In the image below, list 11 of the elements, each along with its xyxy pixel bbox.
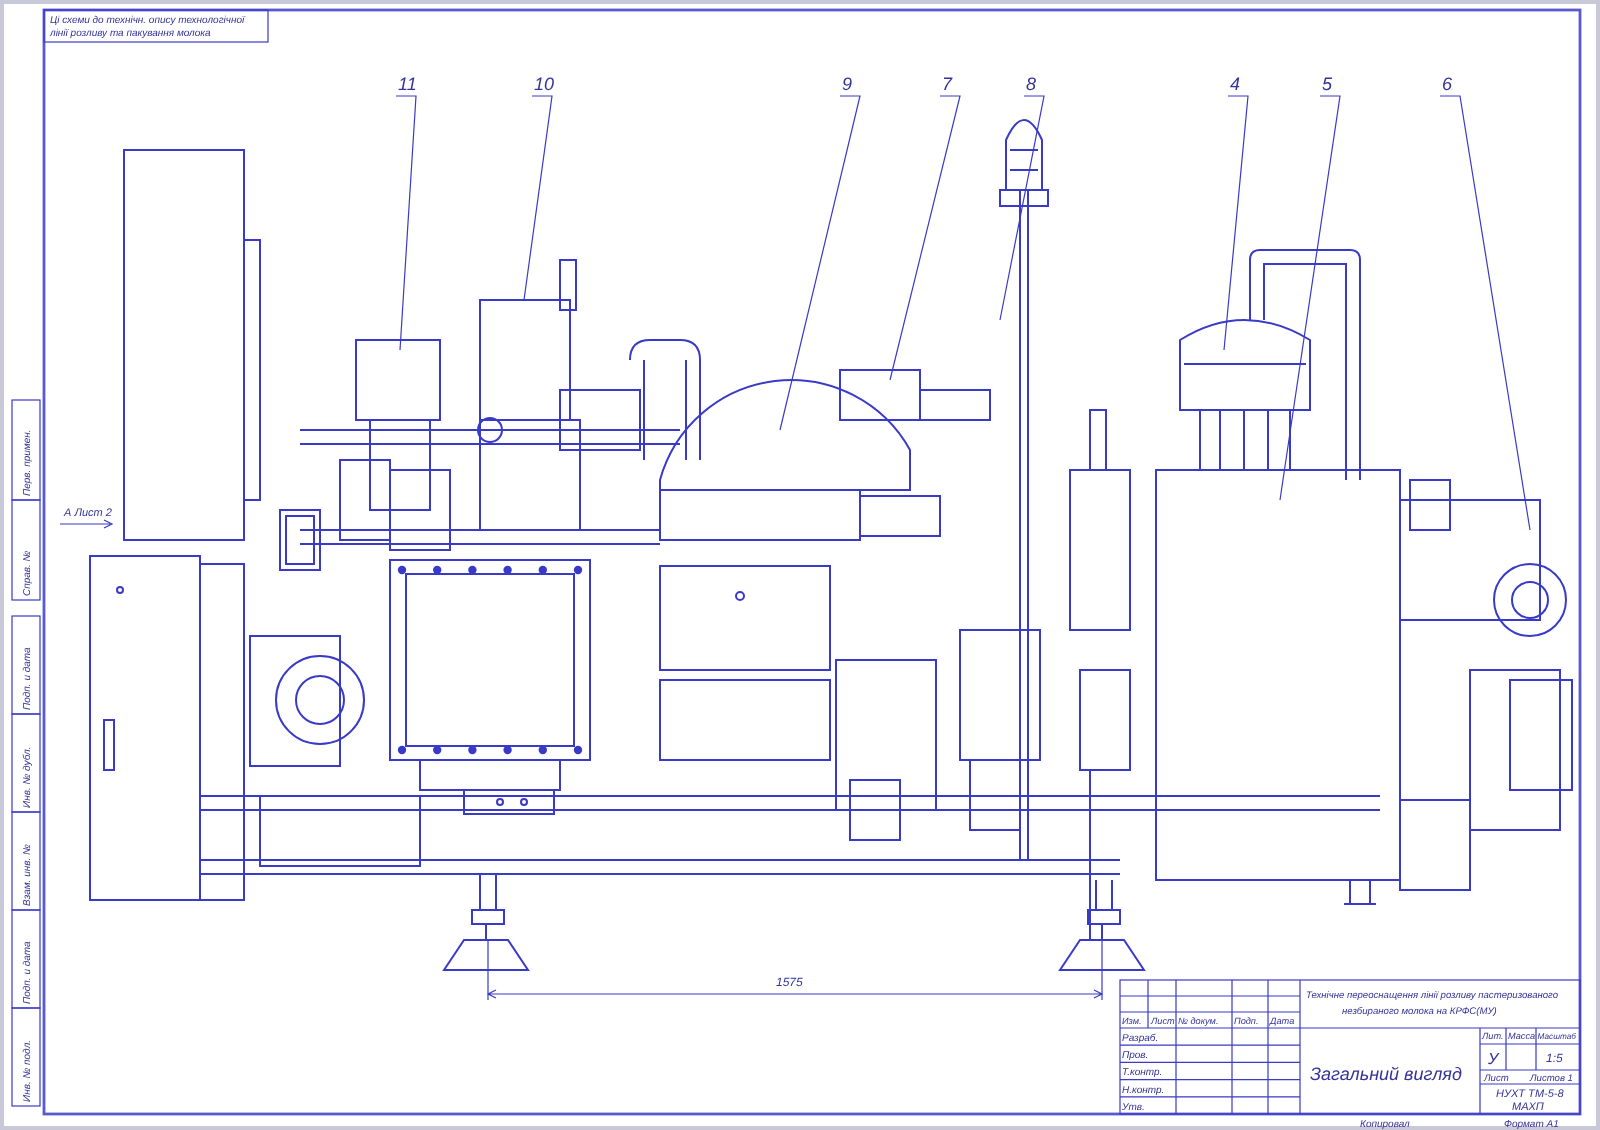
callout-number: 6	[1442, 74, 1453, 94]
callout-number: 8	[1026, 74, 1037, 94]
callout-number: 11	[398, 74, 417, 94]
callout-number: 10	[534, 74, 555, 94]
callout-number: 7	[942, 74, 953, 94]
view-arrow	[59, 519, 114, 529]
callout-number: 9	[842, 74, 853, 94]
table-cell: У	[1488, 1050, 1499, 1068]
callout-number: 5	[1322, 74, 1333, 94]
sheet-title: Загальний вигляд	[1310, 1064, 1462, 1084]
callout-number: 4	[1230, 74, 1241, 94]
